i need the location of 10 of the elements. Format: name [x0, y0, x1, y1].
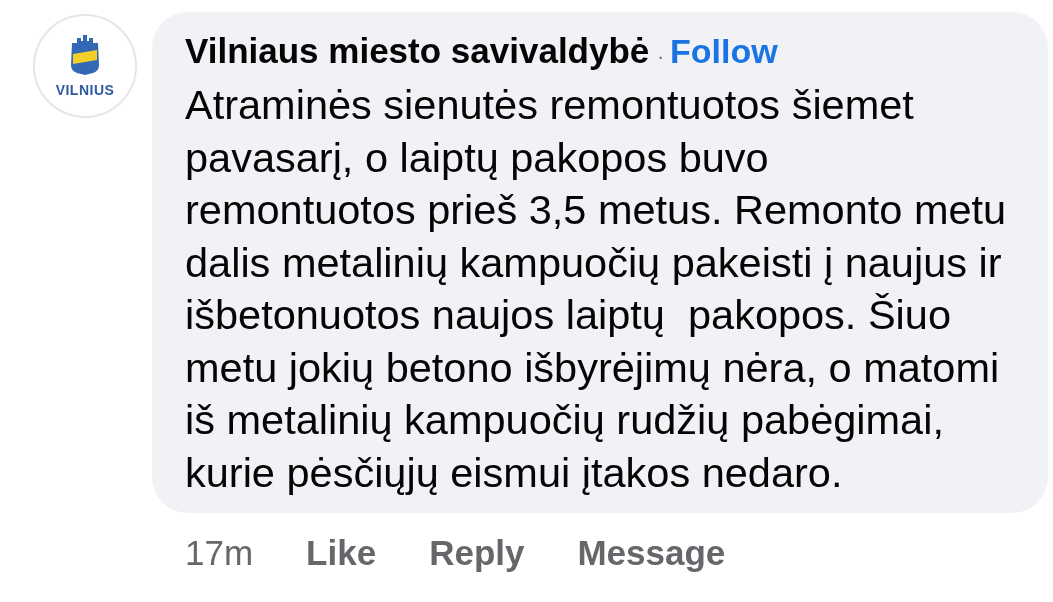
timestamp: 17m [185, 533, 254, 573]
follow-link[interactable]: Follow [669, 28, 778, 74]
action-link[interactable]: Message [577, 533, 726, 573]
separator-dot: · [657, 44, 664, 69]
author-name[interactable]: Vilniaus miesto savivaldybė [185, 28, 650, 74]
action-link[interactable]: Reply [429, 533, 525, 573]
tower-icon [69, 35, 101, 75]
comment-text: Atraminės sienutės remontuotos šiemet pavasarį, o laiptų pakopos buvo remontuotos prieš 3,5 metus. Remonto metu dalis metalinių kampuočių pakeisti į naujus ir išbetonuotos naujos laiptų pakopos. Šiuo metu jokių betono išbyrėjimų nėra, o matomi iš metalinių kampuočių rudžių pabėgimai, kurie pėsčiųjų eismui įtakos nedaro. [185, 80, 1008, 498]
logo-text: VILNIUS [55, 83, 115, 97]
action-link[interactable]: Like [306, 533, 377, 573]
